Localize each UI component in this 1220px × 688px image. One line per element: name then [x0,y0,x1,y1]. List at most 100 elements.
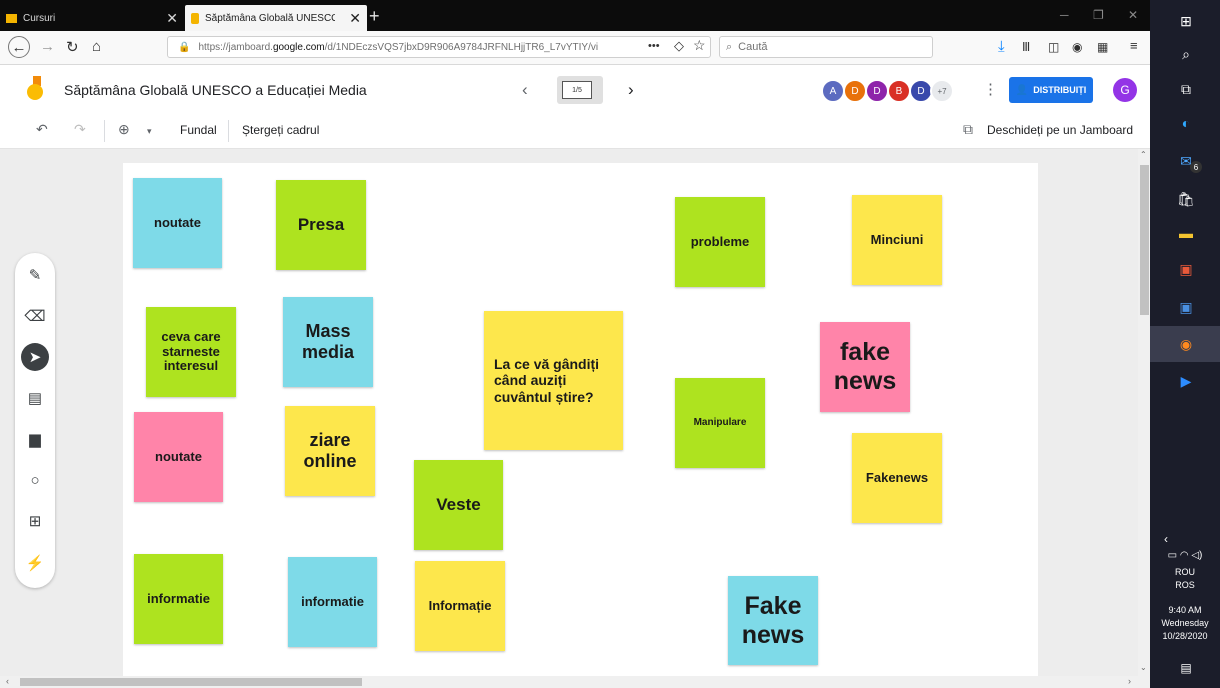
search-icon: ⌕ [726,40,733,53]
clock-date[interactable]: 10/28/2020 [1150,631,1220,641]
scroll-down-icon[interactable]: ⌄ [1140,663,1147,672]
sticky-note[interactable]: Mass media [283,297,373,387]
notifications-icon[interactable]: ▤ [1175,657,1197,679]
next-frame-icon[interactable]: › [628,80,634,100]
windows-start-icon[interactable]: ⊞ [1175,10,1197,32]
sticky-note[interactable]: ceva care starneste interesul [146,307,236,397]
user-avatar[interactable]: G [1113,78,1137,102]
menu-icon[interactable]: ≡ [1130,38,1138,53]
open-in-jamboard-button[interactable]: Deschideți pe un Jamboard [987,123,1133,137]
sticky-note[interactable]: Veste [414,460,503,550]
keyboard-layout[interactable]: ROS [1150,580,1220,590]
minimize-icon[interactable]: ─ [1060,8,1069,22]
powerpoint-icon[interactable]: ▣ [1175,258,1197,280]
language-indicator[interactable]: ROU [1150,567,1220,577]
download-icon[interactable]: ⤓ [998,38,1005,55]
system-tray-icons[interactable]: ▭ ◠ ◁) [1150,550,1220,561]
forward-icon[interactable]: → [40,38,55,55]
previous-frame-icon[interactable]: ‹ [522,80,528,100]
page-actions-icon[interactable]: ••• [648,40,660,52]
sticky-note[interactable]: Informație [415,561,505,651]
sticky-note[interactable]: Presa [276,180,366,270]
store-icon[interactable]: 🛍 [1175,188,1197,210]
word-icon[interactable]: ▣ [1175,296,1197,318]
jamboard-icon [191,12,199,24]
sticky-note[interactable]: ziare online [285,406,375,496]
tab-cursuri[interactable]: Cursuri ✕ [0,5,184,31]
frame-indicator[interactable]: 1/5 [562,81,592,99]
firefox-icon[interactable]: ◉ [1175,333,1197,355]
select-icon[interactable]: ➤ [21,343,49,371]
scroll-left-icon[interactable]: ‹ [6,676,9,686]
extensions-icon[interactable]: ▦ [1097,40,1108,54]
close-window-icon[interactable]: ✕ [1128,8,1138,22]
more-collaborators-badge[interactable]: +7 [930,79,954,103]
sticky-note[interactable]: La ce vă gândiți când auziți cuvântul șt… [484,311,623,450]
url-bar[interactable]: 🔒 https://jamboard. google.com/d/1NDEczsV… [167,36,711,58]
close-tab-icon[interactable]: ✕ [349,10,361,27]
avatar[interactable]: D [843,79,867,103]
sticky-note-icon[interactable]: ▤ [24,387,46,409]
avatar[interactable]: A [821,79,845,103]
horizontal-scroll-thumb[interactable] [20,678,362,686]
sticky-note[interactable]: Fake news [728,576,818,665]
tab-title: Cursuri [23,12,56,24]
more-options-icon[interactable]: ⋮ [983,80,998,98]
sticky-note[interactable]: Fakenews [852,433,942,523]
avatar[interactable]: B [887,79,911,103]
close-tab-icon[interactable]: ✕ [166,10,178,27]
undo-icon[interactable]: ↶ [36,121,48,138]
back-icon[interactable]: ← [8,36,30,58]
open-in-jamboard-icon[interactable]: ⧉ [963,121,973,138]
vertical-scroll-thumb[interactable] [1140,165,1149,315]
library-icon[interactable]: Ⅲ [1022,40,1030,54]
url-domain: google.com [272,41,325,53]
laser-icon[interactable]: ⚡ [24,552,46,574]
scroll-up-icon[interactable]: ⌃ [1140,150,1147,159]
show-hidden-icons-icon[interactable]: ‹ [1155,528,1177,550]
search-input[interactable]: ⌕ Caută [719,36,933,58]
pocket-icon[interactable]: ◇ [674,38,684,54]
sidebar-icon[interactable]: ◫ [1048,40,1059,54]
chevron-down-icon[interactable]: ▾ [147,126,152,137]
tab-jamboard[interactable]: Săptămâna Globală UNESCO a ✕ [185,5,367,31]
text-box-icon[interactable]: ⊞ [24,510,46,532]
circle-shape-icon[interactable]: ○ [24,469,46,491]
pen-icon[interactable]: ✎ [24,264,46,286]
home-icon[interactable]: ⌂ [92,38,101,55]
url-prefix: https://jamboard. [198,41,273,53]
zoom-app-icon[interactable]: ▶ [1175,370,1197,392]
sticky-note[interactable]: noutate [134,412,223,502]
sticky-note[interactable]: noutate [133,178,222,268]
edge-icon[interactable]: ◐ [1175,112,1197,134]
clear-frame-button[interactable]: Ștergeți cadrul [242,123,319,137]
sticky-note[interactable]: informatie [288,557,377,647]
clock-time[interactable]: 9:40 AM [1150,605,1220,615]
sticky-note[interactable]: probleme [675,197,765,287]
new-tab-icon[interactable]: + [369,6,380,27]
document-title[interactable]: Săptămâna Globală UNESCO a Educației Med… [64,82,367,98]
mail-badge: 6 [1190,161,1202,173]
scroll-right-icon[interactable]: › [1128,676,1131,686]
sticky-note[interactable]: fake news [820,322,910,412]
sticky-note[interactable]: Manipulare [675,378,765,468]
classroom-icon [6,13,17,23]
image-icon[interactable]: ▆ [24,428,46,450]
file-explorer-icon[interactable]: ▬ [1175,222,1197,244]
bookmark-star-icon[interactable]: ☆ [693,37,706,54]
eraser-icon[interactable]: ⌫ [24,305,46,327]
redo-icon[interactable]: ↷ [74,121,86,138]
avatar[interactable]: D [865,79,889,103]
restore-icon[interactable]: ❐ [1093,8,1104,22]
share-button[interactable]: 👤 DISTRIBUIȚI [1009,77,1093,103]
background-button[interactable]: Fundal [180,123,217,137]
clock-day[interactable]: Wednesday [1150,618,1220,628]
reload-icon[interactable]: ↻ [66,38,79,56]
search-icon[interactable]: ⌕ [1175,43,1197,65]
sticky-note[interactable]: informatie [134,554,223,644]
share-label: DISTRIBUIȚI [1033,85,1087,95]
sticky-note[interactable]: Minciuni [852,195,942,285]
account-icon[interactable]: ◉ [1072,40,1082,54]
zoom-icon[interactable]: ⊕ [118,121,130,138]
task-view-icon[interactable]: ⧉ [1175,78,1197,100]
